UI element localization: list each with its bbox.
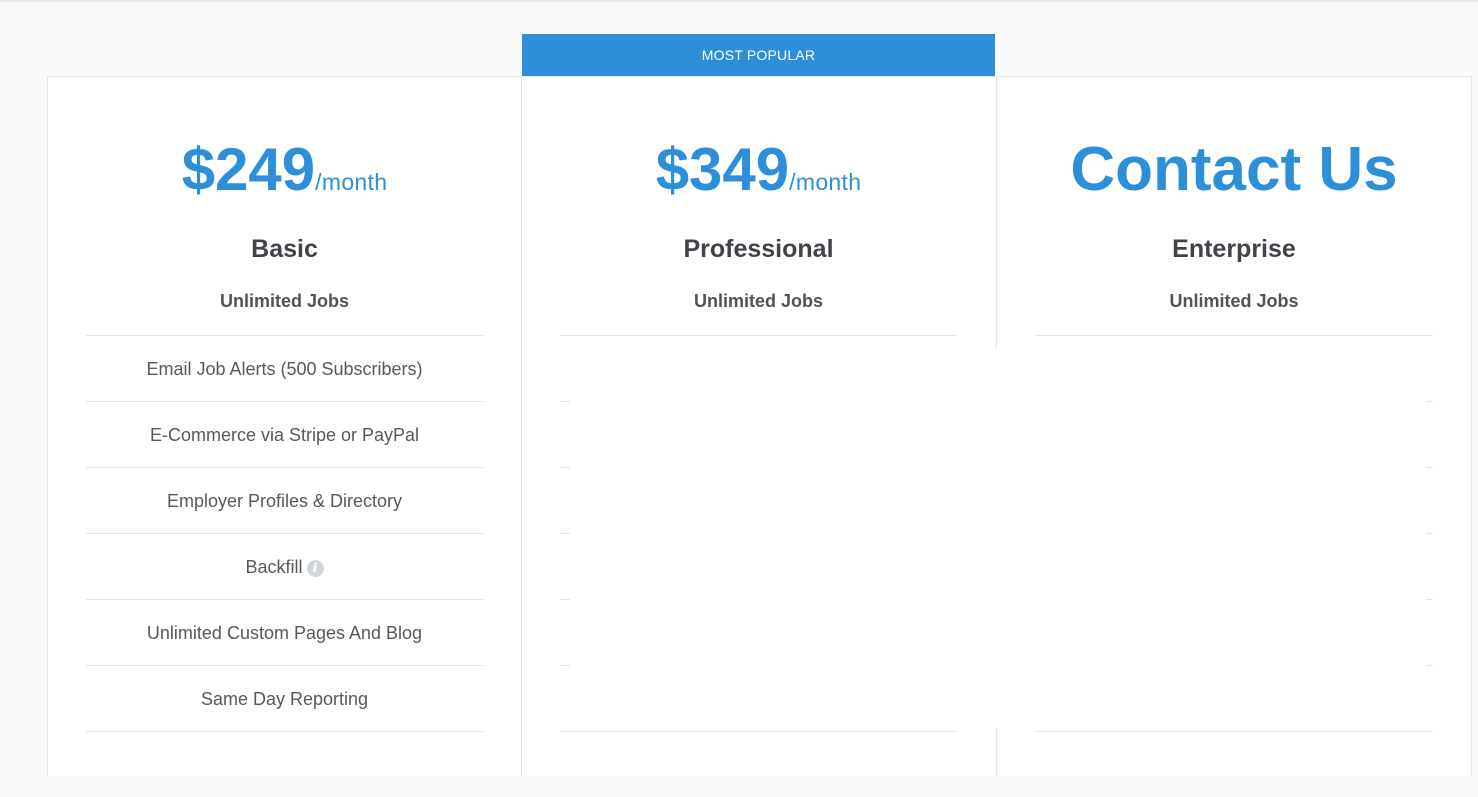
price-amount: $249 (181, 136, 316, 203)
feature-item (86, 731, 483, 797)
price-period: /month (315, 169, 388, 195)
feature-item: E-Commerce via Stripe or PayPal (86, 401, 483, 467)
price-period: /month (789, 169, 862, 195)
plan-jobs: Unlimited Jobs (693, 291, 823, 311)
feature-label: Same Day Reporting (200, 689, 369, 709)
feature-item (560, 731, 957, 797)
feature-item: Employer Profiles & Directory (86, 467, 483, 533)
feature-label: Employer Profiles & Directory (166, 491, 403, 511)
price-amount: Contact Us (1070, 135, 1398, 204)
feature-label: Unlimited Custom Pages And Blog (146, 623, 423, 643)
plan-name: Professional (683, 235, 834, 263)
top-divider (0, 0, 1478, 2)
plan-jobs: Unlimited Jobs (1169, 291, 1299, 311)
feature-item: Backfill i (86, 533, 483, 599)
feature-item: Email Job Alerts (500 Subscribers) (86, 335, 483, 401)
most-popular-badge: MOST POPULAR (522, 34, 995, 76)
info-icon[interactable]: i (306, 560, 324, 577)
feature-item (1035, 731, 1433, 797)
plan-card-basic: $249/month Basic Unlimited Jobs Email Jo… (47, 76, 521, 776)
feature-item: Same Day Reporting (86, 665, 483, 731)
feature-label: E-Commerce via Stripe or PayPal (149, 425, 420, 445)
plan-price: $349/month (522, 135, 995, 217)
plan-price: $249/month (48, 135, 521, 217)
price-amount: $349 (655, 136, 790, 203)
plan-name: Enterprise (1172, 235, 1296, 263)
feature-label: Email Job Alerts (500 Subscribers) (146, 359, 423, 379)
plan-price: Contact Us (997, 135, 1471, 205)
plan-jobs: Unlimited Jobs (219, 291, 349, 311)
feature-label: Backfill (245, 557, 303, 577)
feature-item: Unlimited Custom Pages And Blog (86, 599, 483, 665)
plan-name: Basic (251, 235, 318, 263)
feature-list: Email Job Alerts (500 Subscribers) E-Com… (86, 335, 483, 797)
blank-region (570, 348, 1426, 728)
